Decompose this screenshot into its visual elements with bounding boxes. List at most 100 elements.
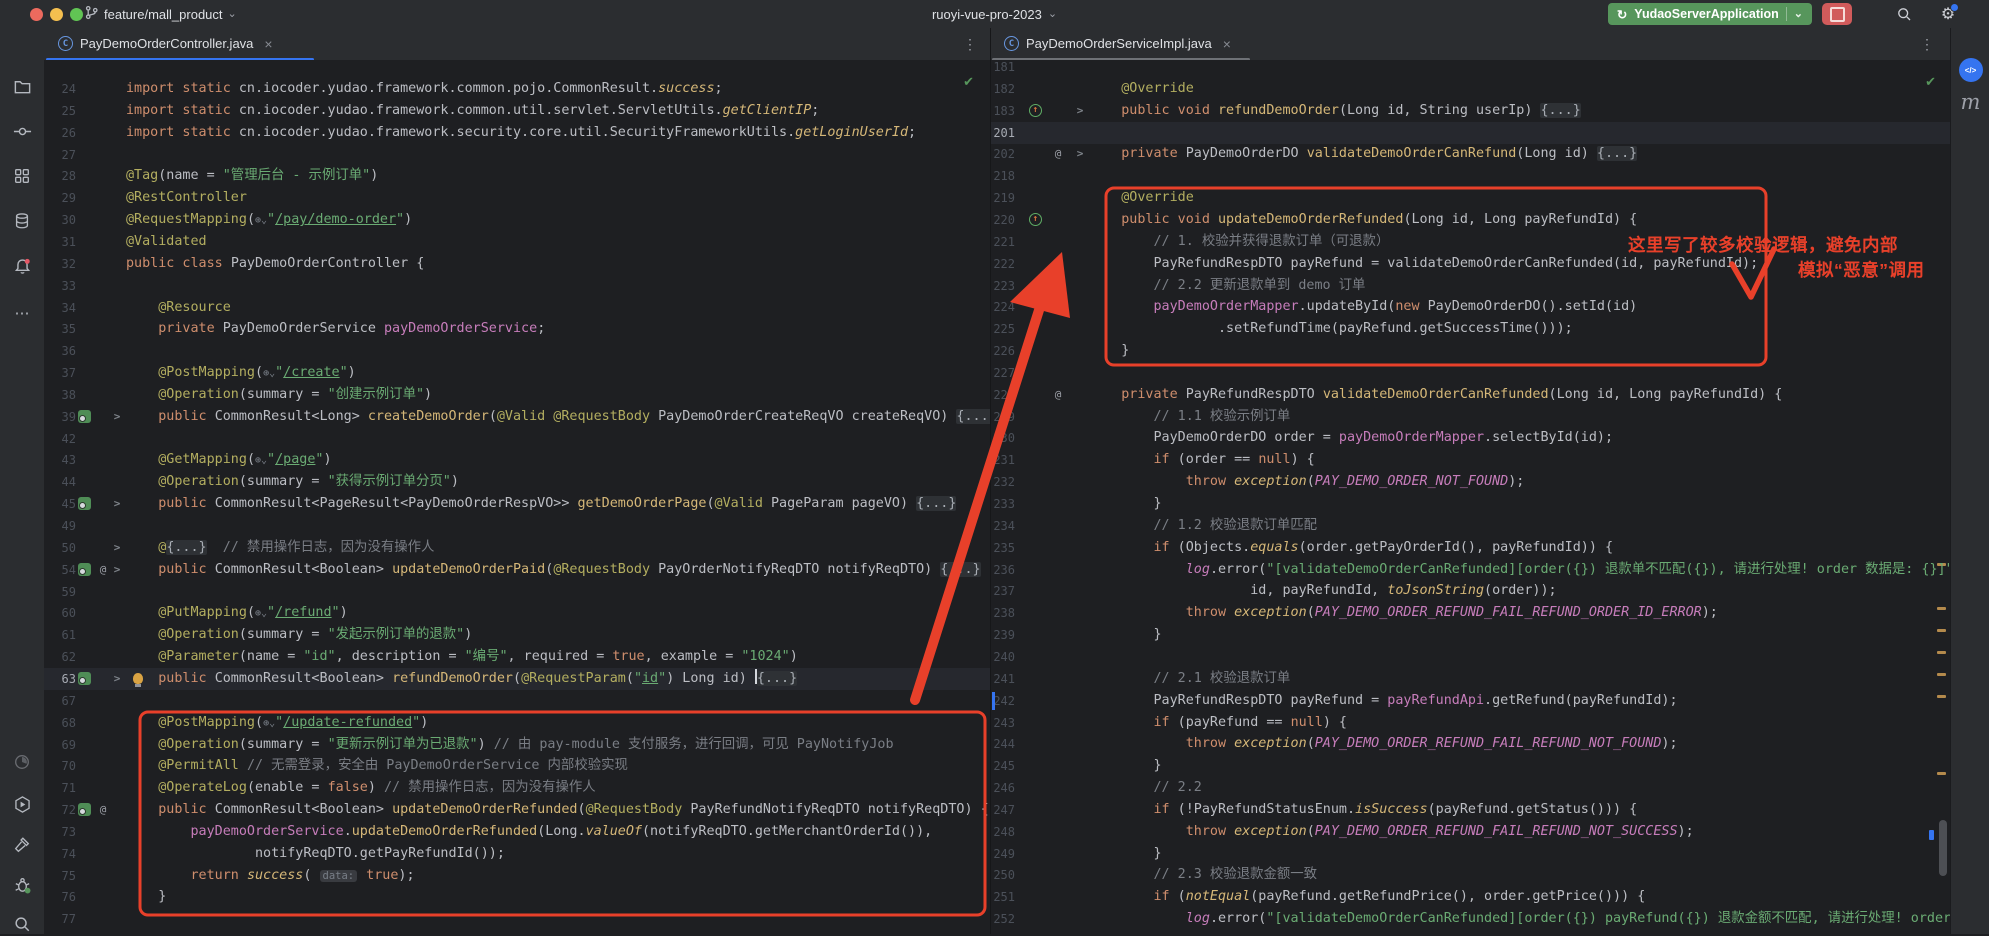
http-method-inlay-icon[interactable]: ⊕⌄ <box>255 455 267 466</box>
code-line[interactable]: 42 <box>44 428 990 450</box>
code-line[interactable]: 59 <box>44 581 990 603</box>
services-tool-button[interactable] <box>10 792 34 816</box>
code-line[interactable]: 43 @GetMapping(⊕⌄"/page") <box>44 449 990 471</box>
run-configuration-button[interactable]: ↻ YudaoServerApplication ⌄ <box>1608 3 1812 25</box>
code-line[interactable]: 26import static cn.iocoder.yudao.framewo… <box>44 122 990 144</box>
code-line[interactable]: 32public class PayDemoOrderController { <box>44 253 990 275</box>
structure-tool-button[interactable] <box>10 164 34 188</box>
stop-button[interactable] <box>1822 3 1852 25</box>
code-line[interactable]: 230 PayDemoOrderDO order = payDemoOrderM… <box>991 427 1950 449</box>
code-line[interactable]: 246 // 2.2 <box>991 777 1950 799</box>
more-options-icon[interactable]: ⋮ <box>1917 34 1937 54</box>
window-minimize-button[interactable] <box>50 8 63 21</box>
profiler-tool-button[interactable] <box>10 750 34 774</box>
code-line[interactable]: 28@Tag(name = "管理后台 - 示例订单") <box>44 165 990 187</box>
code-line[interactable]: 234 // 1.2 校验退款订单匹配 <box>991 515 1950 537</box>
code-line[interactable]: 183↑> public void refundDemoOrder(Long i… <box>991 100 1950 122</box>
code-line[interactable]: 27 <box>44 144 990 166</box>
code-line[interactable]: 252 log.error("[validateDemoOrderCanRefu… <box>991 908 1950 930</box>
code-line[interactable]: 67 <box>44 690 990 712</box>
code-line[interactable]: 235 if (Objects.equals(order.getPayOrder… <box>991 537 1950 559</box>
build-tool-button[interactable] <box>10 833 34 857</box>
annotation-gutter-icon[interactable]: @ <box>1051 388 1065 402</box>
code-line[interactable]: 69 @Operation(summary = "更新示例订单为已退款") //… <box>44 734 990 756</box>
code-line[interactable]: 73 payDemoOrderService.updateDemoOrderRe… <box>44 821 990 843</box>
git-branch-widget[interactable]: feature/mall_product ⌄ <box>78 3 243 25</box>
folded-region[interactable]: {...} <box>757 671 797 686</box>
code-line[interactable]: 38 @Operation(summary = "创建示例订单") <box>44 384 990 406</box>
code-line[interactable]: 232 throw exception(PAY_DEMO_ORDER_NOT_F… <box>991 471 1950 493</box>
code-line[interactable]: 237 id, payRefundId, toJsonString(order)… <box>991 580 1950 602</box>
code-line[interactable]: 244 throw exception(PAY_DEMO_ORDER_REFUN… <box>991 733 1950 755</box>
code-line[interactable]: 225 .setRefundTime(payRefund.getSuccessT… <box>991 318 1950 340</box>
code-line[interactable]: 239 } <box>991 624 1950 646</box>
code-line[interactable]: 31@Validated <box>44 231 990 253</box>
code-line[interactable]: 238 throw exception(PAY_DEMO_ORDER_REFUN… <box>991 602 1950 624</box>
code-line[interactable]: 39> public CommonResult<Long> createDemo… <box>44 406 990 428</box>
code-line[interactable]: 245 } <box>991 755 1950 777</box>
code-line[interactable]: 250 // 2.3 校验退款金额一致 <box>991 864 1950 886</box>
project-title-widget[interactable]: ruoyi-vue-pro-2023 ⌄ <box>932 0 1057 28</box>
http-method-inlay-icon[interactable]: ⊕⌄ <box>263 368 275 379</box>
folded-region[interactable]: {...} <box>916 496 956 511</box>
code-line[interactable]: 70 @PermitAll // 无需登录，安全由 PayDemoOrderSe… <box>44 755 990 777</box>
code-line[interactable]: 181 <box>991 60 1950 78</box>
project-tool-button[interactable] <box>10 74 34 98</box>
overrides-method-icon[interactable]: ↑ <box>1029 104 1042 117</box>
code-line[interactable]: 71 @OperateLog(enable = false) // 禁用操作日志… <box>44 777 990 799</box>
commit-tool-button[interactable] <box>10 119 34 143</box>
code-line[interactable]: 248 throw exception(PAY_DEMO_ORDER_REFUN… <box>991 821 1950 843</box>
code-line[interactable]: 228@ private PayRefundRespDTO validateDe… <box>991 384 1950 406</box>
code-line[interactable]: 62 @Parameter(name = "id", description =… <box>44 646 990 668</box>
code-line[interactable]: 182 @Override <box>991 78 1950 100</box>
fold-chevron-icon[interactable]: > <box>110 410 124 424</box>
code-line[interactable]: 74 notifyReqDTO.getPayRefundId()); <box>44 843 990 865</box>
code-line[interactable]: 219 @Override <box>991 187 1950 209</box>
code-line[interactable]: 61 @Operation(summary = "发起示例订单的退款") <box>44 624 990 646</box>
code-line[interactable]: 233 } <box>991 493 1950 515</box>
debug-tool-button[interactable] <box>10 873 34 897</box>
code-line[interactable]: 75 return success( data: true); <box>44 865 990 887</box>
code-line[interactable]: 242 PayRefundRespDTO payRefund = payRefu… <box>991 690 1950 712</box>
window-close-button[interactable] <box>30 8 43 21</box>
code-line[interactable]: 45> public CommonResult<PageResult<PayDe… <box>44 493 990 515</box>
code-line[interactable]: 33 <box>44 275 990 297</box>
fold-chevron-icon[interactable]: > <box>1073 147 1087 161</box>
api-endpoint-icon[interactable] <box>78 563 91 576</box>
annotation-gutter-icon[interactable]: @ <box>96 563 110 577</box>
fold-chevron-icon[interactable]: > <box>110 541 124 555</box>
code-line[interactable]: 227 <box>991 362 1950 384</box>
api-endpoint-icon[interactable] <box>78 803 91 816</box>
code-line[interactable]: 29@RestController <box>44 187 990 209</box>
folded-region[interactable]: {...} <box>956 409 990 424</box>
tab-paydemoordercontroller[interactable]: C PayDemoOrderController.java × <box>48 28 283 59</box>
code-line[interactable]: 25import static cn.iocoder.yudao.framewo… <box>44 100 990 122</box>
notifications-tool-button[interactable] <box>10 254 34 278</box>
search-everywhere-button[interactable] <box>1894 4 1914 24</box>
code-chat-plugin-button[interactable]: </> <box>1959 58 1983 82</box>
overrides-method-icon[interactable]: ↑ <box>1029 213 1042 226</box>
editor-paydemoordercontroller[interactable]: ✔ 24import static cn.iocoder.yudao.frame… <box>44 60 990 934</box>
code-line[interactable]: 241 // 2.1 校验退款订单 <box>991 668 1950 690</box>
code-line[interactable]: 231 if (order == null) { <box>991 449 1950 471</box>
code-line[interactable]: 243 if (payRefund == null) { <box>991 712 1950 734</box>
code-line[interactable]: 60 @PutMapping(⊕⌄"/refund") <box>44 602 990 624</box>
code-line[interactable]: 54@> public CommonResult<Boolean> update… <box>44 559 990 581</box>
fold-chevron-icon[interactable]: > <box>110 672 124 686</box>
code-line[interactable]: 224 payDemoOrderMapper.updateById(new Pa… <box>991 296 1950 318</box>
code-line[interactable]: 34 @Resource <box>44 297 990 319</box>
code-line[interactable]: 226 } <box>991 340 1950 362</box>
code-line[interactable]: 44 @Operation(summary = "获得示例订单分页") <box>44 471 990 493</box>
annotation-gutter-icon[interactable]: @ <box>96 803 110 817</box>
fold-chevron-icon[interactable]: > <box>110 497 124 511</box>
folded-region[interactable]: {...} <box>1597 146 1637 161</box>
code-line[interactable]: 77 <box>44 908 990 930</box>
find-tool-button[interactable] <box>10 912 34 936</box>
code-line[interactable]: 218 <box>991 165 1950 187</box>
code-line[interactable]: 35 private PayDemoOrderService payDemoOr… <box>44 318 990 340</box>
code-line[interactable]: 249 } <box>991 843 1950 865</box>
http-method-inlay-icon[interactable]: ⊕⌄ <box>263 718 275 729</box>
annotation-gutter-icon[interactable]: @ <box>1051 147 1065 161</box>
code-line[interactable]: 68 @PostMapping(⊕⌄"/update-refunded") <box>44 712 990 734</box>
tab-paydemoorderserviceimpl[interactable]: C PayDemoOrderServiceImpl.java × <box>994 28 1241 59</box>
